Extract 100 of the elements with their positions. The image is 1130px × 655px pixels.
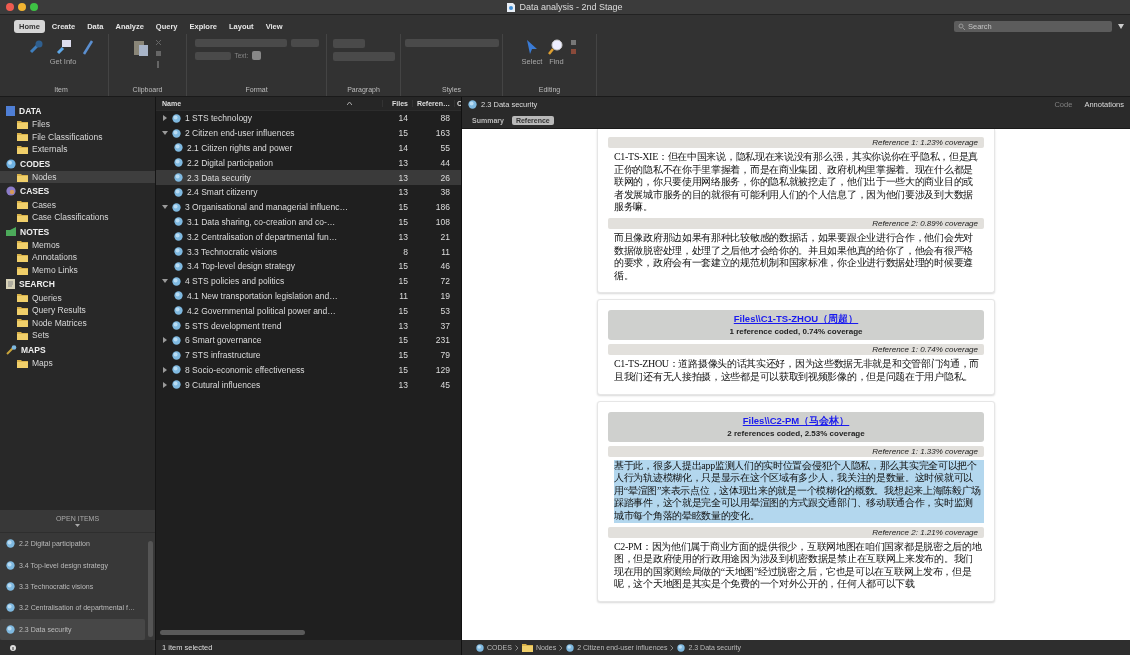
node-icon xyxy=(174,247,183,257)
reference-heading: Reference 1: 0.74% coverage xyxy=(608,344,984,356)
pointer-icon xyxy=(526,39,538,55)
tree-row[interactable]: 1 STS technology 14 88 xyxy=(156,111,461,126)
pin-icon[interactable] xyxy=(27,39,44,55)
folder-icon xyxy=(17,305,28,315)
tree-row[interactable]: 2 Citizen end-user influences 15 163 xyxy=(156,125,461,141)
clipboard-icon[interactable] xyxy=(133,39,149,57)
format-painter-icon[interactable] xyxy=(155,61,162,68)
node-icon xyxy=(172,321,181,331)
notes-icon xyxy=(6,227,16,237)
collapse-caret-icon[interactable] xyxy=(75,524,80,527)
sidebar-item[interactable]: Queries xyxy=(0,291,155,304)
sidebar-item[interactable]: Cases xyxy=(0,198,155,211)
node-icon xyxy=(174,158,183,168)
chevron-icon xyxy=(559,644,564,651)
node-icon xyxy=(172,113,181,123)
node-icon xyxy=(172,365,181,375)
sidebar-item[interactable]: Memos xyxy=(0,238,155,252)
window-title: Data analysis - 2nd Stage xyxy=(519,2,623,12)
dropdown-caret-icon[interactable] xyxy=(1118,24,1124,29)
disclosure-triangle-icon[interactable] xyxy=(162,278,168,285)
tree-row[interactable]: 5 STS development trend 13 37 xyxy=(156,318,461,333)
close-button[interactable] xyxy=(6,3,14,11)
disclosure-triangle-icon[interactable] xyxy=(162,115,168,122)
reference-heading: Reference 1: 1.33% coverage xyxy=(608,445,984,457)
disclosure-triangle-icon[interactable] xyxy=(162,337,168,344)
tree-row[interactable]: 4.2 Governmental political power and… 15 53 xyxy=(156,303,461,319)
sidebar-item[interactable]: File Classifications xyxy=(0,130,155,144)
section-heading: CODES xyxy=(20,158,51,169)
node-icon xyxy=(174,291,183,301)
chevron-icon xyxy=(514,644,519,651)
sidebar-item[interactable]: Maps xyxy=(0,356,155,370)
sidebar-item[interactable]: Node Matrices xyxy=(0,316,155,330)
pencil-icon[interactable] xyxy=(82,39,95,55)
node-icon xyxy=(174,261,183,271)
copy-icon[interactable] xyxy=(155,50,162,57)
search-icon xyxy=(958,23,966,30)
text-color-button[interactable] xyxy=(252,51,262,60)
section-heading: CASES xyxy=(20,186,50,197)
minimize-button[interactable] xyxy=(18,3,26,11)
tree-row[interactable]: 4 STS policies and politics 15 72 xyxy=(156,273,461,289)
node-icon xyxy=(6,560,15,570)
reference-heading: Reference 1: 1.23% coverage xyxy=(608,137,984,148)
sidebar-item[interactable]: Files xyxy=(0,118,155,131)
info-icon[interactable] xyxy=(10,643,16,652)
node-icon xyxy=(172,128,181,138)
folder-icon xyxy=(17,358,28,368)
file-link[interactable]: Files\\C1-TS-ZHOU（周超） xyxy=(733,313,859,327)
disclosure-triangle-icon[interactable] xyxy=(162,130,168,137)
tree-row[interactable]: 3.1 Data sharing, co-creation and co-… 15 108 xyxy=(156,214,461,230)
tree-row[interactable]: 2.2 Digital participation 13 44 xyxy=(156,155,461,171)
node-icon xyxy=(566,643,575,652)
sidebar-item[interactable]: Query Results xyxy=(0,303,155,317)
file-link[interactable]: Files\\C2-PM（马会林） xyxy=(742,414,850,428)
sidebar-item[interactable]: Annotations xyxy=(0,251,155,264)
folder-icon xyxy=(17,119,28,129)
section-heading: SEARCH xyxy=(19,279,55,290)
reference-text: 基于此，很多人提出app监测人们的实时位置会侵犯个人隐私，那么其实完全可以把个人行为轨迹模糊化，只是显示在这个区域有多少人，我关注的是数量。这时候就可以用“晕渲图”来表示点位，这体现出来的就是一个模糊化的概数。我想起来上海陈毅广场踩踏事件，这个就是完全可以用晕渲图的方式跟交通部门、移动联通合作，实时监测城市每个角落的晕眩数量的变化。 xyxy=(614,459,984,523)
zoom-button[interactable] xyxy=(30,3,38,11)
magnifier-icon xyxy=(548,39,565,55)
node-icon xyxy=(174,143,183,153)
scrollbar[interactable] xyxy=(160,629,305,635)
node-icon xyxy=(6,582,15,591)
sidebar-item[interactable]: Externals xyxy=(0,143,155,156)
tree-row[interactable]: 8 Socio-economic effectiveness 15 129 xyxy=(156,362,461,378)
tree-row[interactable]: 9 Cutural influences 13 45 xyxy=(156,377,461,393)
tree-row[interactable]: 2.4 Smart citizenry 13 38 xyxy=(156,185,461,200)
node-icon xyxy=(174,187,183,197)
node-icon xyxy=(6,158,16,169)
disclosure-triangle-icon[interactable] xyxy=(162,366,168,373)
reference-text: C1-TS-XIE：但在中国来说，隐私现在来说没有那么强，其实你说你在乎隐私，但是真正你的隐私不在你手里掌握着，而是在商业集团、政府机构里掌握着。现在什么都是联网的，你只要使用网络服务，你的隐私就被挖走了，他们出于一些大的商业目的或者发展城市服务的目的就很有可能利用人们的个人信息了，因为他们要涉及到大数据服务嘛。 xyxy=(613,151,980,214)
tree-row[interactable]: 6 Smart governance 15 231 xyxy=(156,332,461,348)
reference-text: C1-TS-ZHOU：道路摄像头的话其实还好，因为这些数据无非就是和交管部门沟通，而且我们还有无人接拍摄，这些都是可以获取到视频影像的，但是问题在于用户隐私。 xyxy=(613,358,981,384)
folder-icon xyxy=(17,252,28,262)
scrollbar[interactable] xyxy=(148,541,153,637)
sidebar-item[interactable]: Nodes xyxy=(0,170,155,184)
node-icon xyxy=(172,276,181,286)
tree-row[interactable]: 7 STS infrastructure 15 79 xyxy=(156,347,461,363)
tree-row[interactable]: 3.2 Centralisation of departmental fun… 13 21 xyxy=(156,229,461,245)
tree-row[interactable]: 3.4 Top-level design strategy 15 46 xyxy=(156,258,461,274)
reference-heading: Reference 2: 1.21% coverage xyxy=(608,526,984,538)
sidebar-item[interactable]: Memo Links xyxy=(0,263,155,277)
node-icon xyxy=(468,100,477,109)
node-icon xyxy=(172,335,181,345)
tree-row[interactable]: 3.3 Technocratic visions 8 11 xyxy=(156,244,461,259)
pin-card-icon xyxy=(55,39,71,55)
disclosure-triangle-icon[interactable] xyxy=(162,381,168,388)
section-heading: MAPS xyxy=(21,344,46,355)
tree-row[interactable]: 3 Organisational and managerial influenc… 15 186 xyxy=(156,199,461,215)
node-icon xyxy=(172,380,181,390)
disclosure-triangle-icon[interactable] xyxy=(162,204,168,211)
reference-text: C2-PM：因为他们属于商业方面的提供很少，互联网地图在咱们国家都是脱密之后的地图，但是政府使用的行政用途因为涉及到机密数据是禁止在互联网上来发布的。我们现在用的国家测绘局做的“天地图”经过脱密之后，它也是可以在互联网上发布，但是呢，这个天地图是其实是个免费的一个对外公开的，任何人都可以下载 xyxy=(613,540,983,591)
cut-icon[interactable] xyxy=(155,39,162,46)
node-icon xyxy=(174,217,183,227)
tree-row[interactable]: 2.1 Citizen rights and power 14 55 xyxy=(156,140,461,156)
sidebar-item[interactable]: Sets xyxy=(0,329,155,342)
tree-row[interactable]: 4.1 New transportation legislation and… 11 19 xyxy=(156,288,461,304)
tree-row[interactable]: 2.3 Data security 13 26 xyxy=(156,170,461,185)
sidebar-item[interactable]: Case Classifications xyxy=(0,210,155,224)
